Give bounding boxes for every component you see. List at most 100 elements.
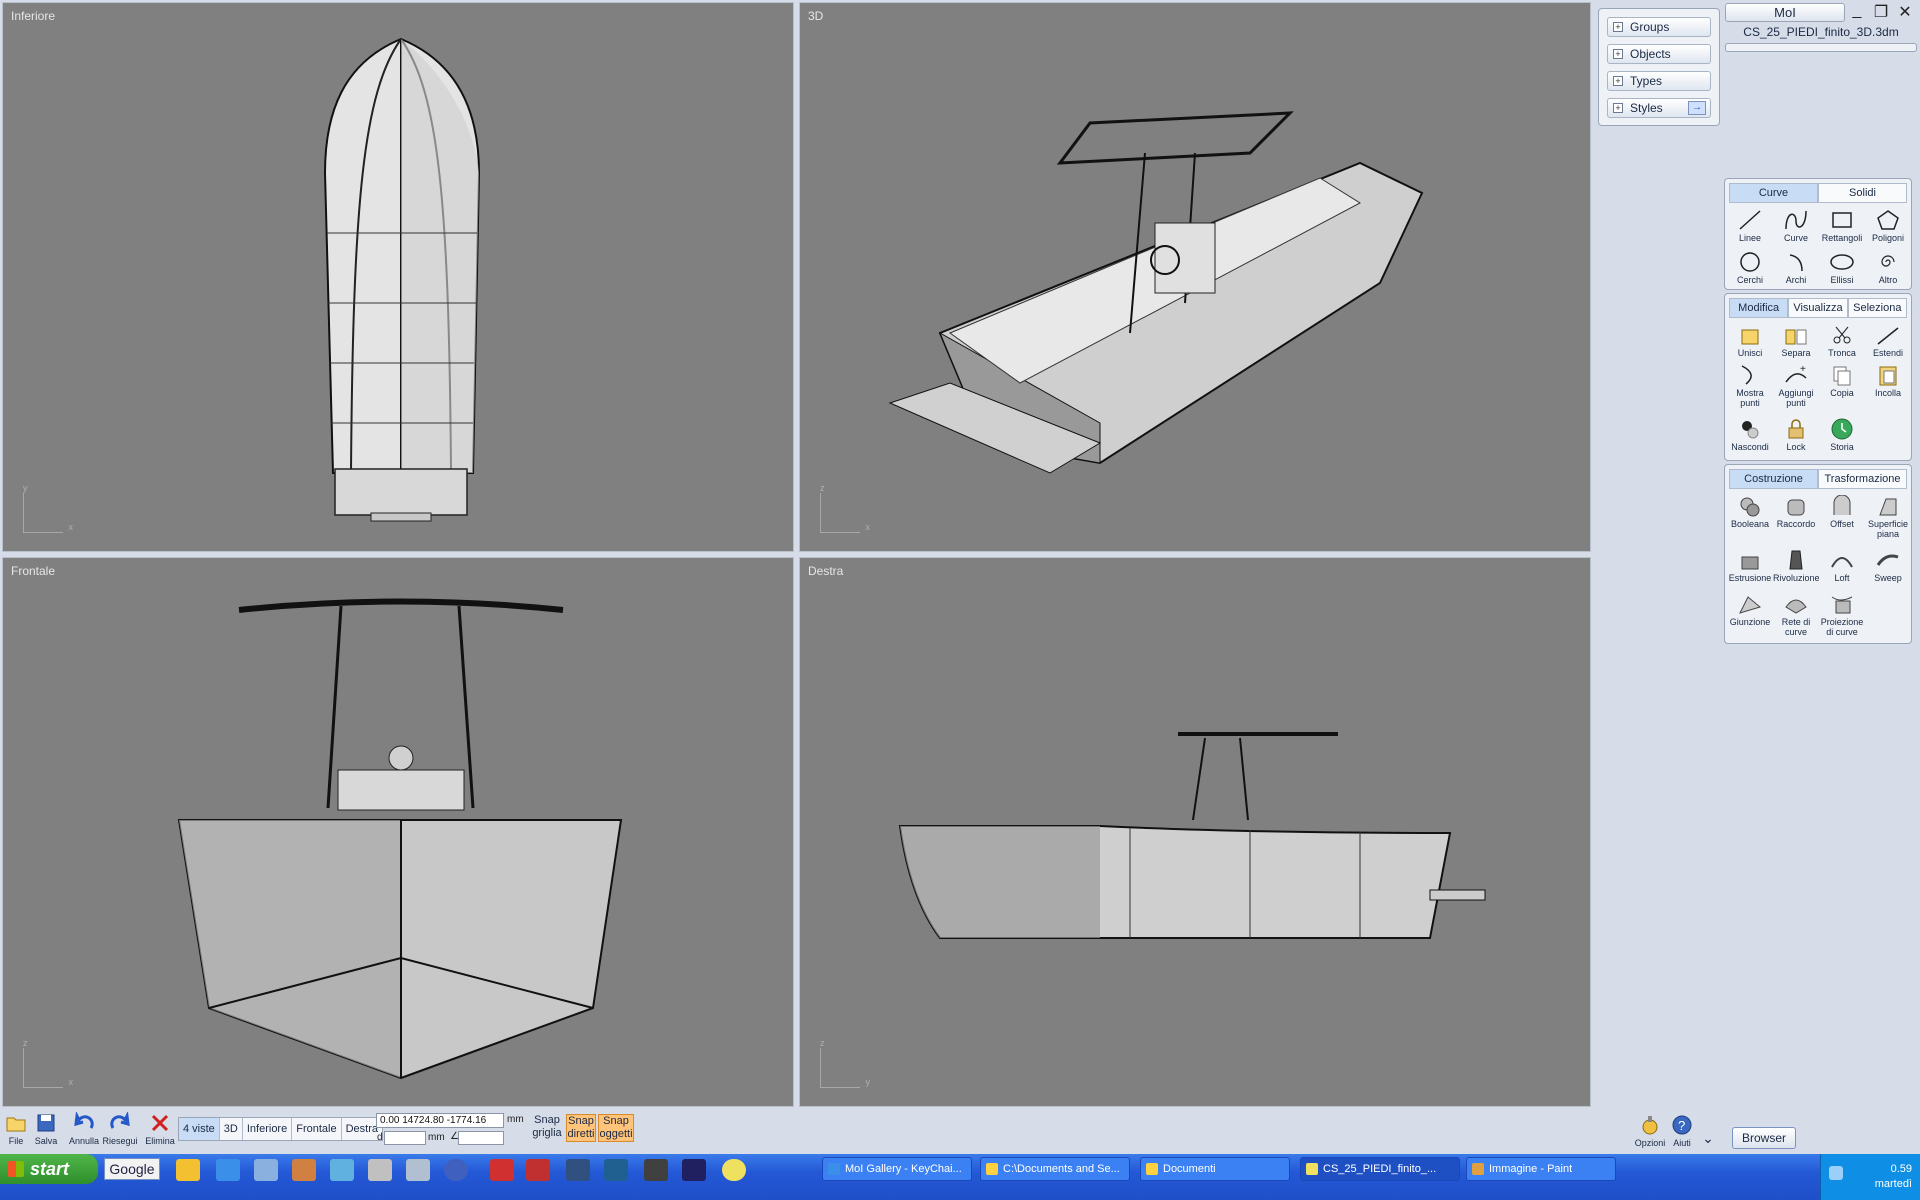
ellipse-tool[interactable]: Ellissi xyxy=(1819,251,1865,285)
sweep-tool[interactable]: Sweep xyxy=(1865,549,1911,583)
app-icon[interactable] xyxy=(644,1159,668,1181)
task-paint[interactable]: Immagine - Paint xyxy=(1466,1157,1616,1181)
pdf-icon[interactable] xyxy=(490,1159,514,1181)
snap-direct-toggle[interactable]: Snap diretti xyxy=(566,1114,596,1142)
project-curve-tool[interactable]: Proiezione di curve xyxy=(1819,593,1865,637)
viewport-front[interactable]: Frontale xz xyxy=(2,557,794,1107)
chevron-down-icon[interactable]: ⌄ xyxy=(1698,1130,1718,1147)
app-icon[interactable] xyxy=(682,1159,706,1181)
loft-tool[interactable]: Loft xyxy=(1819,549,1865,583)
objects-button[interactable]: + Objects xyxy=(1607,44,1711,64)
app-icon[interactable] xyxy=(368,1159,392,1181)
search-icon[interactable] xyxy=(176,1159,200,1181)
app-icon[interactable] xyxy=(604,1159,628,1181)
curve-tool[interactable]: Curve xyxy=(1773,209,1819,243)
app-icon[interactable] xyxy=(566,1159,590,1181)
groups-button[interactable]: + Groups xyxy=(1607,17,1711,37)
hide-tool[interactable]: Nascondi xyxy=(1727,418,1773,452)
angle-input[interactable] xyxy=(458,1131,504,1145)
viewport-label: 3D xyxy=(808,9,824,23)
coordinates-input[interactable]: 0.00 14724.80 -1774.16 xyxy=(376,1113,504,1128)
tool-label: Altro xyxy=(1878,275,1898,285)
circle-tool[interactable]: Cerchi xyxy=(1727,251,1773,285)
save-button[interactable]: Salva xyxy=(32,1112,60,1146)
arrow-right-icon[interactable]: → xyxy=(1688,101,1706,115)
circle-icon xyxy=(1740,252,1760,272)
app-icon[interactable] xyxy=(406,1159,430,1181)
rectangle-tool[interactable]: Rettangoli xyxy=(1819,209,1865,243)
file-button[interactable]: File xyxy=(2,1112,30,1146)
lock-tool[interactable]: Lock xyxy=(1773,418,1819,452)
app-menu-button[interactable]: MoI xyxy=(1725,3,1845,22)
tab-modify[interactable]: Modifica xyxy=(1729,298,1789,318)
extrude-tool[interactable]: Estrusione xyxy=(1727,549,1773,583)
network-icon[interactable] xyxy=(1829,1166,1843,1180)
tab-construction[interactable]: Costruzione xyxy=(1729,469,1818,489)
clock[interactable]: 0.59 martedì xyxy=(1875,1162,1912,1192)
tab-curve[interactable]: Curve xyxy=(1729,183,1818,203)
types-button[interactable]: + Types xyxy=(1607,71,1711,91)
viewport-3d[interactable]: 3D xz xyxy=(799,2,1591,552)
join-tool[interactable]: Unisci xyxy=(1727,324,1773,358)
help-button[interactable]: ? Aiuti xyxy=(1668,1114,1696,1148)
undo-button[interactable]: Annulla xyxy=(66,1112,102,1146)
arc-tool[interactable]: Archi xyxy=(1773,251,1819,285)
app-icon[interactable] xyxy=(292,1159,316,1181)
button-label: Aiuti xyxy=(1673,1138,1691,1148)
start-button[interactable]: start xyxy=(0,1154,98,1184)
snap-grid-toggle[interactable]: Snap griglia xyxy=(530,1114,564,1140)
close-icon[interactable]: ✕ xyxy=(1896,2,1914,22)
fillet-tool[interactable]: Raccordo xyxy=(1773,495,1819,529)
google-toolbar[interactable]: Google xyxy=(104,1158,160,1180)
maximize-icon[interactable]: ❐ xyxy=(1872,2,1890,22)
planar-surface-tool[interactable]: Superficie piana xyxy=(1865,495,1911,539)
tab-solids[interactable]: Solidi xyxy=(1818,183,1907,203)
copy-tool[interactable]: Copia xyxy=(1819,364,1865,398)
trim-tool[interactable]: Tronca xyxy=(1819,324,1865,358)
task-label: MoI Gallery - KeyChai... xyxy=(845,1163,962,1175)
browser-icon[interactable] xyxy=(216,1159,240,1181)
delete-button[interactable]: Elimina xyxy=(144,1112,176,1146)
media-player-icon[interactable] xyxy=(444,1159,468,1181)
distance-input[interactable] xyxy=(384,1131,426,1145)
browser-button[interactable]: Browser xyxy=(1732,1127,1796,1149)
add-points-tool[interactable]: + Aggiungi punti xyxy=(1773,364,1819,408)
folder-icon xyxy=(986,1163,998,1175)
paste-tool[interactable]: Incolla xyxy=(1865,364,1911,398)
separate-tool[interactable]: Separa xyxy=(1773,324,1819,358)
show-points-tool[interactable]: Mostra punti xyxy=(1727,364,1773,408)
other-tool[interactable]: Altro xyxy=(1865,251,1911,285)
task-moi-file[interactable]: CS_25_PIEDI_finito_... xyxy=(1300,1157,1460,1181)
lines-tool[interactable]: Linee xyxy=(1727,209,1773,243)
polygon-tool[interactable]: Poligoni xyxy=(1865,209,1911,243)
viewport-bottom[interactable]: Inferiore xy xyxy=(2,2,794,552)
snap-objects-toggle[interactable]: Snap oggetti xyxy=(598,1114,634,1142)
tab-3d[interactable]: 3D xyxy=(220,1118,243,1140)
pdf-icon[interactable] xyxy=(526,1159,550,1181)
tab-select[interactable]: Seleziona xyxy=(1847,298,1907,318)
boolean-tool[interactable]: Booleana xyxy=(1727,495,1773,529)
blend-tool[interactable]: Giunzione xyxy=(1727,593,1773,627)
lightbulb-icon[interactable] xyxy=(722,1159,746,1181)
options-button[interactable]: Opzioni xyxy=(1632,1114,1668,1148)
minimize-icon[interactable]: _ xyxy=(1848,2,1866,20)
task-moi-gallery[interactable]: MoI Gallery - KeyChai... xyxy=(822,1157,972,1181)
offset-tool[interactable]: Offset xyxy=(1819,495,1865,529)
app-icon[interactable] xyxy=(330,1159,354,1181)
tab-front[interactable]: Frontale xyxy=(292,1118,342,1140)
redo-button[interactable]: Riesegui xyxy=(102,1112,138,1146)
network-tool[interactable]: Rete di curve xyxy=(1773,593,1819,637)
tab-bottom[interactable]: Inferiore xyxy=(243,1118,293,1140)
extend-tool[interactable]: Estendi xyxy=(1865,324,1911,358)
task-documenti[interactable]: Documenti xyxy=(1140,1157,1290,1181)
tab-transform[interactable]: Trasformazione xyxy=(1818,469,1907,489)
styles-button[interactable]: + Styles → xyxy=(1607,98,1711,118)
task-documents-settings[interactable]: C:\Documents and Se... xyxy=(980,1157,1130,1181)
desktop-icon[interactable] xyxy=(254,1159,278,1181)
tab-4-views[interactable]: 4 viste xyxy=(179,1118,220,1140)
tool-label: Ellissi xyxy=(1830,275,1854,285)
history-tool[interactable]: Storia xyxy=(1819,418,1865,452)
viewport-right[interactable]: Destra yz xyxy=(799,557,1591,1107)
tab-view[interactable]: Visualizza xyxy=(1788,298,1848,318)
revolve-tool[interactable]: Rivoluzione xyxy=(1773,549,1820,583)
